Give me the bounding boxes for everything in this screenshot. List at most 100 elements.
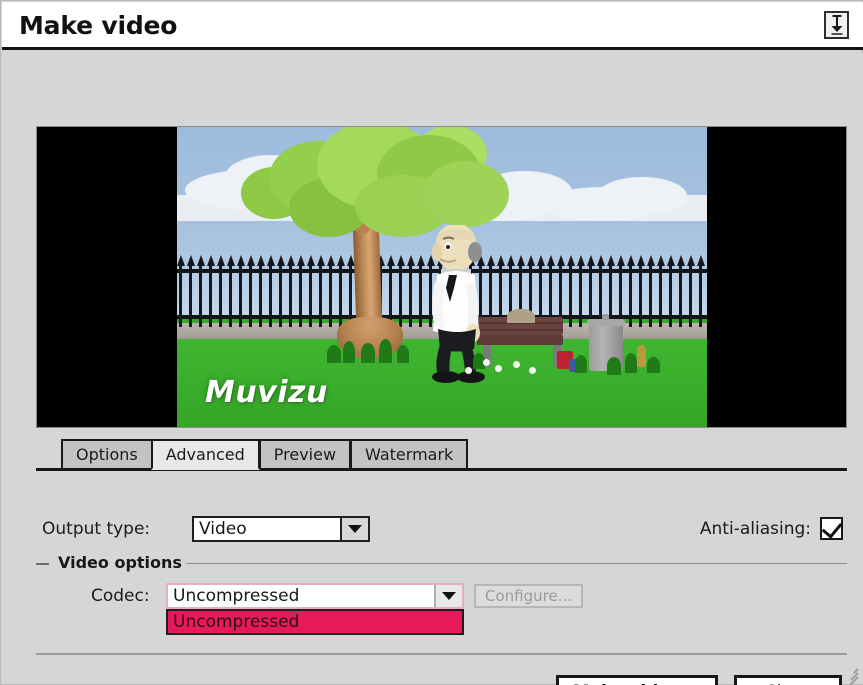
video-preview[interactable]: {"count":54,"step":10} (36, 126, 847, 428)
anti-aliasing-group: Anti-aliasing: (700, 517, 843, 540)
cloud-icon (597, 177, 687, 215)
tab-preview[interactable]: Preview (258, 439, 351, 470)
fence-picket (279, 261, 282, 327)
anti-aliasing-checkbox[interactable] (820, 517, 843, 540)
tree-foliage (423, 161, 509, 227)
fence-spike-icon (396, 255, 405, 266)
fence-spike-icon (576, 255, 585, 266)
video-options-group-header: Video options (36, 551, 847, 577)
output-type-dropdown-button[interactable] (340, 518, 368, 540)
codec-option-uncompressed[interactable]: Uncompressed (168, 611, 462, 633)
fence-spike-icon (516, 255, 525, 266)
fence-picket (609, 261, 612, 327)
fence-picket (689, 261, 692, 327)
flower (529, 367, 536, 374)
grass-tuft (361, 343, 375, 363)
fence-spike-icon (566, 255, 575, 266)
fence-spike-icon (177, 255, 185, 266)
fence-spike-icon (706, 255, 707, 266)
grass-tuft (647, 357, 660, 373)
codec-dropdown-list[interactable]: Uncompressed (166, 609, 464, 635)
dialog-body: {"count":54,"step":10} (2, 53, 863, 685)
fence-spike-icon (586, 255, 595, 266)
group-divider (186, 563, 847, 564)
fence-picket (659, 261, 662, 327)
fence-picket (319, 261, 322, 327)
output-type-row: Output type: Video Anti-aliasing: (36, 515, 847, 543)
make-video-button[interactable]: Make video... (555, 675, 718, 685)
fence-picket (389, 261, 392, 327)
fence-spike-icon (616, 255, 625, 266)
pushpin-icon (831, 15, 842, 35)
fence-picket (399, 261, 402, 327)
fence-spike-icon (656, 255, 665, 266)
fence-picket (309, 261, 312, 327)
configure-button[interactable]: Configure... (474, 584, 584, 608)
codec-dropdown-button[interactable] (434, 585, 462, 607)
flower (513, 361, 520, 368)
tab-advanced[interactable]: Advanced (150, 439, 260, 470)
pushpin-button[interactable] (824, 11, 849, 39)
tab-watermark[interactable]: Watermark (350, 439, 469, 470)
fence-picket (249, 261, 252, 327)
preview-scene: {"count":54,"step":10} (177, 127, 707, 427)
codec-row: Codec: Uncompressed Uncompressed Configu… (36, 582, 847, 635)
make-video-dialog: Make video Muvizu Options Advanced Previ… (0, 0, 863, 685)
fence-spike-icon (186, 255, 195, 266)
output-type-select[interactable]: Video (192, 516, 370, 542)
flower (495, 365, 502, 372)
grass-tuft (379, 339, 392, 363)
fence-spike-icon (636, 255, 645, 266)
page-title: Make video (19, 11, 178, 40)
fence-spike-icon (326, 255, 335, 266)
fence-picket (579, 261, 582, 327)
close-button[interactable]: Close (734, 675, 842, 685)
trash-bin-lid (587, 319, 625, 326)
grass-tuft (397, 345, 409, 363)
fence-spike-icon (686, 255, 695, 266)
fence-spike-icon (596, 255, 605, 266)
fence-spike-icon (206, 255, 215, 266)
fence-picket (299, 261, 302, 327)
fence-spike-icon (226, 255, 235, 266)
fence-picket (669, 261, 672, 327)
fence-spike-icon (696, 255, 705, 266)
fence-spike-icon (646, 255, 655, 266)
codec-select[interactable]: Uncompressed (166, 583, 464, 609)
fence-spike-icon (536, 255, 545, 266)
fence-spike-icon (256, 255, 265, 266)
fence-picket (329, 261, 332, 327)
output-type-value: Video (199, 519, 247, 539)
fence-picket (219, 261, 222, 327)
fence-spike-icon (526, 255, 535, 266)
fence-picket (179, 261, 182, 327)
codec-label: Codec: (91, 586, 150, 606)
tab-options[interactable]: Options (61, 439, 152, 470)
video-options-title: Video options (58, 553, 182, 572)
fence-picket (289, 261, 292, 327)
fence-picket (269, 261, 272, 327)
bench-hump (507, 309, 535, 323)
tab-label: Watermark (365, 445, 454, 464)
flower (465, 367, 472, 374)
collapse-dash-icon[interactable] (36, 563, 49, 565)
fence-picket (209, 261, 212, 327)
fence-picket (619, 261, 622, 327)
tab-label: Preview (273, 445, 337, 464)
output-type-label: Output type: (42, 519, 151, 539)
fence-picket (259, 261, 262, 327)
resize-grip[interactable] (842, 665, 859, 685)
fence-spike-icon (276, 255, 285, 266)
chevron-down-icon (348, 525, 362, 533)
tabs-row: Options Advanced Preview Watermark (61, 439, 469, 470)
grass-tuft (625, 353, 637, 373)
fence-picket (409, 261, 412, 327)
fence-picket (569, 261, 572, 327)
fence-spike-icon (336, 255, 345, 266)
fence-picket (639, 261, 642, 327)
fence-picket (699, 261, 702, 327)
fence-picket (199, 261, 202, 327)
grass-tuft (575, 355, 587, 373)
fence-picket (239, 261, 242, 327)
grass-tuft (343, 341, 355, 363)
